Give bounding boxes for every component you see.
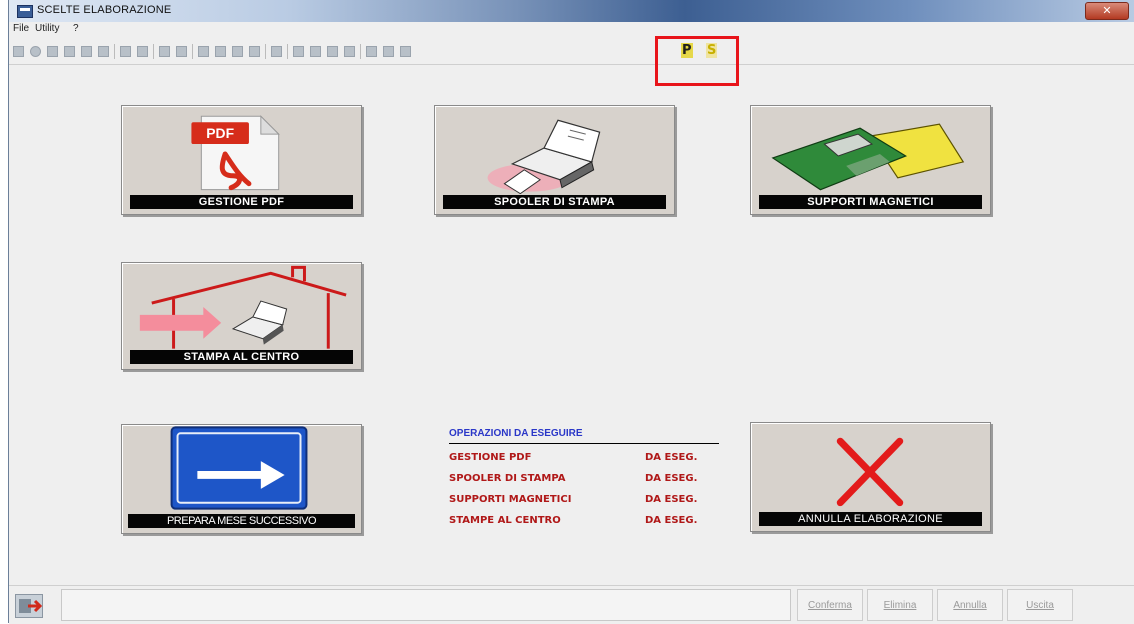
operations-divider <box>449 443 719 444</box>
save-icon[interactable] <box>13 46 24 57</box>
close-button[interactable]: ✕ <box>1085 2 1129 20</box>
toolbar-separator <box>287 44 288 59</box>
operation-row: SUPPORTI MAGNETICI DA ESEG. <box>449 494 719 515</box>
undo-icon[interactable] <box>47 46 58 57</box>
title-bar: SCELTE ELABORAZIONE ✕ <box>9 0 1134 22</box>
toolbar: P S <box>9 38 1134 65</box>
tools-icon[interactable] <box>400 46 411 57</box>
operation-name: STAMPE AL CENTRO <box>449 515 561 526</box>
exit-door-icon[interactable] <box>15 594 43 618</box>
stampa-al-centro-tile[interactable]: STAMPA AL CENTRO <box>121 262 362 370</box>
refresh-icon[interactable] <box>30 46 41 57</box>
last-record-icon[interactable] <box>249 46 260 57</box>
gestione-pdf-label: GESTIONE PDF <box>130 195 353 209</box>
window-title: SCELTE ELABORAZIONE <box>37 4 172 16</box>
paste-icon[interactable] <box>137 46 148 57</box>
supporti-magnetici-label: SUPPORTI MAGNETICI <box>759 195 982 209</box>
annulla-elaborazione-tile[interactable]: ANNULLA ELABORAZIONE <box>750 422 991 532</box>
menu-bar: File Utility ? <box>9 22 1134 36</box>
annulla-elaborazione-label: ANNULLA ELABORAZIONE <box>759 512 982 526</box>
next-record-icon[interactable] <box>232 46 243 57</box>
elimina-button[interactable]: Elimina <box>867 589 933 621</box>
delete-icon[interactable] <box>271 46 282 57</box>
stampa-al-centro-label: STAMPA AL CENTRO <box>130 350 353 364</box>
spooler-stampa-label: SPOOLER DI STAMPA <box>443 195 666 209</box>
first-record-icon[interactable] <box>198 46 209 57</box>
operation-name: SUPPORTI MAGNETICI <box>449 494 572 505</box>
uscita-button[interactable]: Uscita <box>1007 589 1073 621</box>
menu-utility[interactable]: Utility <box>35 23 59 34</box>
list-icon[interactable] <box>327 46 338 57</box>
toolbar-separator <box>153 44 154 59</box>
gestione-pdf-tile[interactable]: PDF GESTIONE PDF <box>121 105 362 215</box>
operation-row: SPOOLER DI STAMPA DA ESEG. <box>449 473 719 494</box>
copy-icon[interactable] <box>120 46 131 57</box>
main-window: SCELTE ELABORAZIONE ✕ File Utility ? P S… <box>8 0 1134 624</box>
pdf-icon-text: PDF <box>206 125 234 141</box>
highlight-annotation <box>655 36 739 86</box>
operation-status: DA ESEG. <box>645 452 698 463</box>
open-icon[interactable] <box>98 46 109 57</box>
operations-title: OPERAZIONI DA ESEGUIRE <box>449 428 583 439</box>
toolbar-separator <box>192 44 193 59</box>
mail-icon[interactable] <box>293 46 304 57</box>
printer-icon <box>487 119 601 194</box>
status-message-field <box>61 589 791 621</box>
binoculars-icon[interactable] <box>159 46 170 57</box>
print-icon[interactable] <box>64 46 75 57</box>
red-x-icon <box>836 437 904 507</box>
operation-name: SPOOLER DI STAMPA <box>449 473 566 484</box>
new-icon[interactable] <box>81 46 92 57</box>
operation-status: DA ESEG. <box>645 473 698 484</box>
operation-name: GESTIONE PDF <box>449 452 532 463</box>
menu-help[interactable]: ? <box>73 23 79 34</box>
operation-row: GESTIONE PDF DA ESEG. <box>449 452 719 473</box>
home-icon[interactable] <box>383 46 394 57</box>
operation-status: DA ESEG. <box>645 515 698 526</box>
chart-icon[interactable] <box>366 46 377 57</box>
prepara-mese-tile[interactable]: PREPARA MESE SUCCESSIVO <box>121 424 362 534</box>
prepara-mese-label: PREPARA MESE SUCCESSIVO <box>128 514 355 528</box>
previous-record-icon[interactable] <box>215 46 226 57</box>
operation-status: DA ESEG. <box>645 494 698 505</box>
operations-panel: OPERAZIONI DA ESEGUIRE GESTIONE PDF DA E… <box>449 428 719 536</box>
table-icon[interactable] <box>344 46 355 57</box>
find-next-icon[interactable] <box>176 46 187 57</box>
toolbar-separator <box>360 44 361 59</box>
arrow-sign-icon <box>170 426 308 510</box>
spooler-stampa-tile[interactable]: SPOOLER DI STAMPA <box>434 105 675 215</box>
app-icon <box>17 5 33 18</box>
supporti-magnetici-tile[interactable]: SUPPORTI MAGNETICI <box>750 105 991 215</box>
status-bar: Conferma Elimina Annulla Uscita <box>9 585 1134 624</box>
pdf-document-icon: PDF <box>191 115 280 191</box>
grid-icon[interactable] <box>310 46 321 57</box>
house-printer-icon <box>139 265 347 349</box>
menu-file[interactable]: File <box>13 23 29 34</box>
operation-row: STAMPE AL CENTRO DA ESEG. <box>449 515 719 536</box>
annulla-button[interactable]: Annulla <box>937 589 1003 621</box>
floppy-disk-icon <box>771 123 965 191</box>
toolbar-separator <box>114 44 115 59</box>
toolbar-separator <box>265 44 266 59</box>
conferma-button[interactable]: Conferma <box>797 589 863 621</box>
